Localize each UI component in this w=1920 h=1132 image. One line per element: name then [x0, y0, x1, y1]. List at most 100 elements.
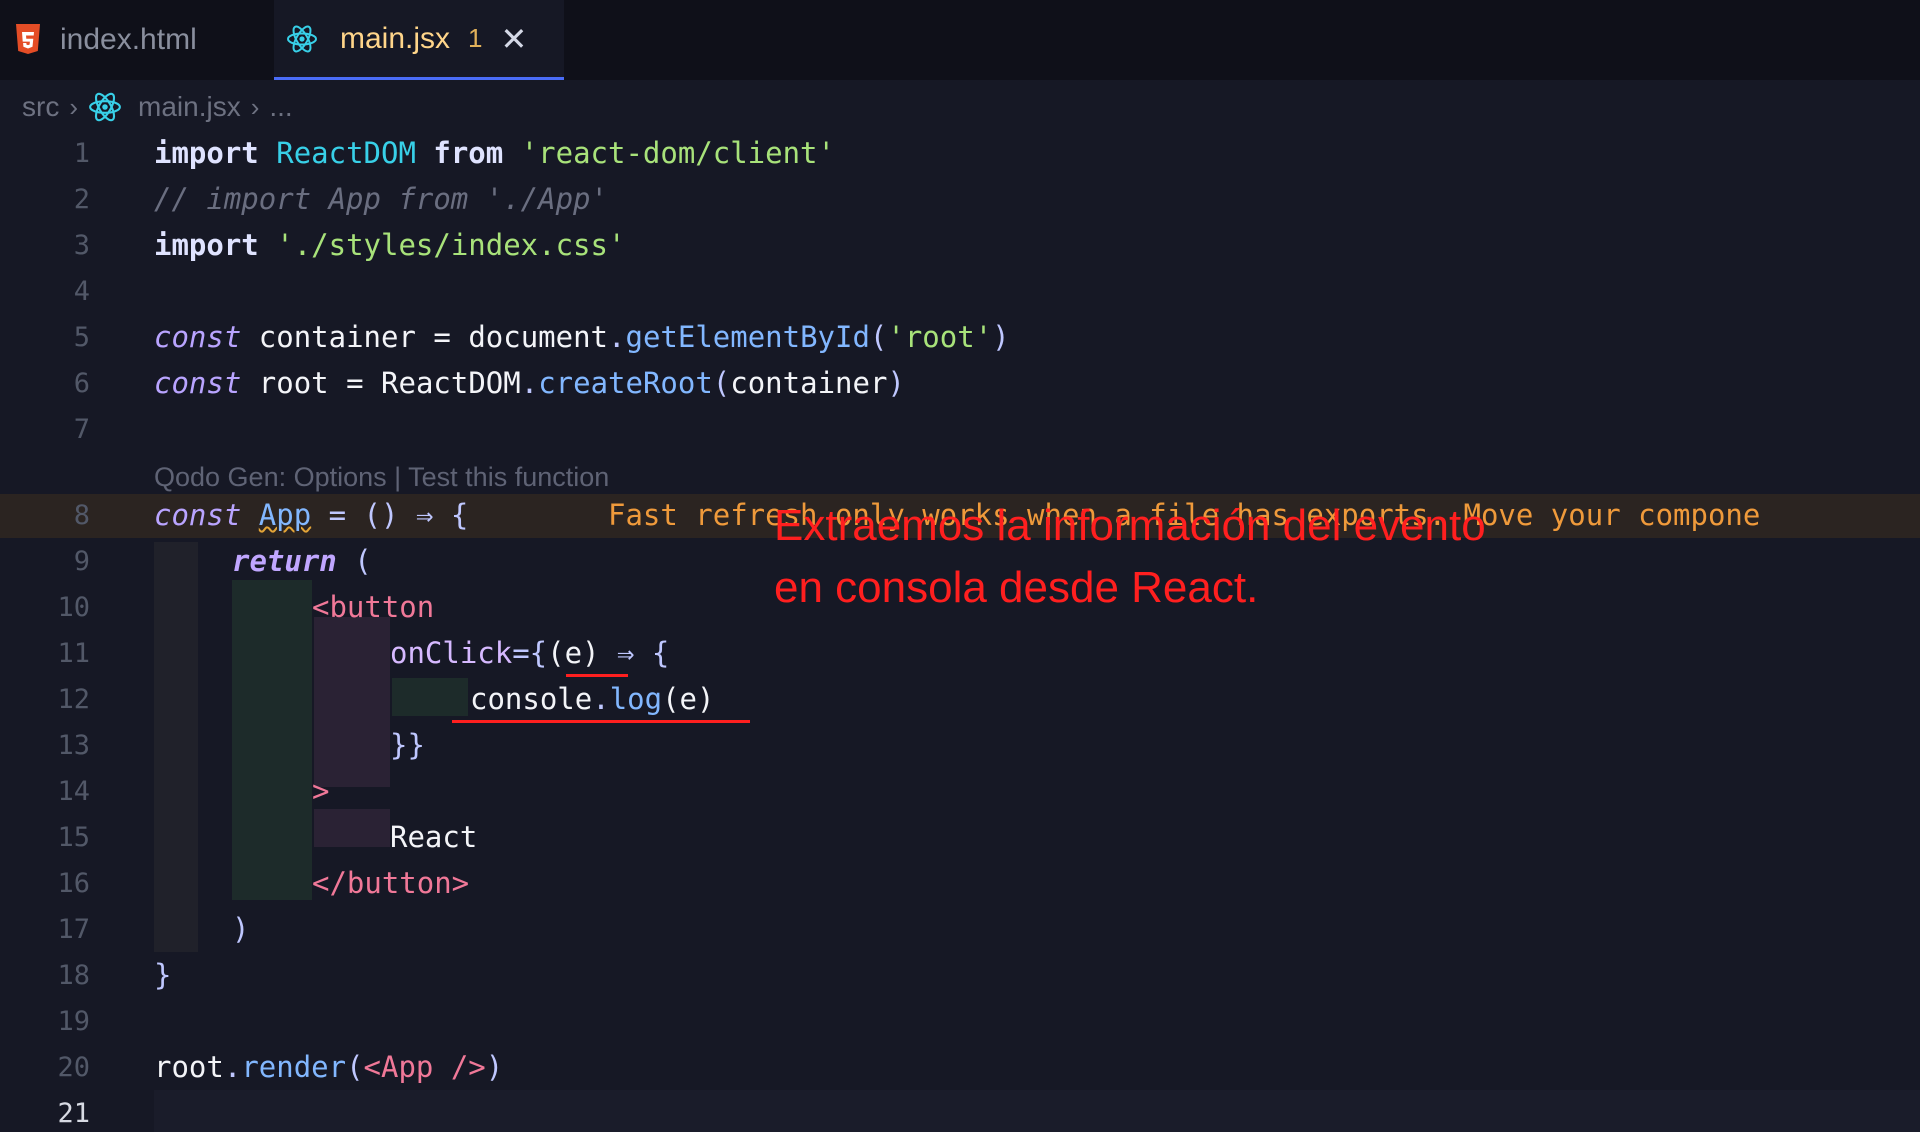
tab-main-jsx[interactable]: main.jsx 1 ✕ [274, 0, 564, 80]
line-number: 5 [73, 322, 90, 353]
string: 'react-dom/client' [520, 136, 835, 170]
keyword: return [232, 544, 337, 578]
code-line: > [312, 774, 329, 808]
code-line: onClick={(e) ⇒ { [390, 636, 669, 670]
identifier: App [258, 498, 312, 532]
jsx-tag: > [312, 774, 330, 808]
breadcrumb-file[interactable]: main.jsx [138, 91, 241, 123]
react-icon [286, 23, 318, 55]
jsx-tag: <button [312, 590, 435, 624]
html5-icon [12, 24, 44, 56]
keyword: import [154, 228, 259, 262]
operator: = [346, 366, 364, 400]
jsx-attribute: onClick [390, 636, 513, 670]
operator: = () ⇒ { [328, 498, 469, 532]
identifier: document [468, 320, 609, 354]
line-number: 21 [57, 1098, 90, 1129]
argument: (e) [662, 682, 715, 716]
keyword: const [154, 320, 242, 354]
identifier: container [258, 320, 416, 354]
line-number: 6 [73, 368, 90, 399]
code-line: ) [232, 912, 249, 946]
operator: = [433, 320, 451, 354]
code-line: } [154, 958, 171, 992]
bracket: ( [346, 1050, 364, 1084]
code-line: }} [390, 728, 425, 762]
annotation-line: en consola desde React. [774, 563, 1259, 612]
line-number: 15 [57, 822, 90, 853]
bracket: ) [485, 1050, 504, 1084]
code-line: return ( [232, 544, 372, 578]
code-line: // import App from './App' [154, 182, 608, 216]
string: './styles/index.css' [276, 228, 626, 262]
operator: ⇒ { [599, 636, 670, 670]
string: 'root' [887, 320, 993, 354]
keyword: const [154, 498, 242, 532]
tab-label: index.html [60, 23, 197, 56]
annotation-line: Extraemos la información del evento [774, 501, 1486, 550]
function-name: createRoot [538, 366, 713, 400]
line-number: 12 [57, 684, 90, 715]
annotation-underline [452, 720, 750, 723]
codelens[interactable]: Qodo Gen: Options | Test this function [154, 462, 609, 493]
line-number: 20 [57, 1052, 90, 1083]
annotation-underline [566, 674, 628, 677]
line-number: 10 [57, 592, 90, 623]
tab-index-html[interactable]: index.html [0, 0, 270, 80]
code-line: <button [312, 590, 434, 624]
code-line: import ReactDOM from 'react-dom/client' [154, 136, 835, 170]
function-name: getElementById [625, 320, 870, 354]
close-icon[interactable]: ✕ [501, 23, 528, 55]
line-number: 13 [57, 730, 90, 761]
line-number: 8 [73, 500, 90, 531]
line-number: 18 [57, 960, 90, 991]
bracket: ( [354, 544, 372, 578]
code-line: console.log(e) [470, 682, 715, 716]
code-line: React [390, 820, 477, 854]
jsx-tag: <App /> [363, 1050, 486, 1084]
line-number: 11 [57, 638, 90, 669]
line-number: 16 [57, 868, 90, 899]
chevron-right-icon: › [250, 91, 260, 122]
identifier: root [258, 366, 329, 400]
code-line: const root = ReactDOM.createRoot(contain… [154, 366, 905, 400]
function-name: log [609, 682, 663, 716]
line-number: 9 [73, 546, 90, 577]
current-line-highlight [154, 1090, 1920, 1132]
code-line: const App = () ⇒ { [154, 498, 468, 532]
line-number: 2 [73, 184, 90, 215]
line-number: 14 [57, 776, 90, 807]
code-line: </button> [312, 866, 469, 900]
bracket: ) [232, 912, 250, 946]
react-icon [88, 89, 124, 125]
breadcrumb-more[interactable]: ... [269, 91, 292, 123]
operator: ={ [512, 636, 548, 670]
line-number: 1 [73, 138, 90, 169]
line-number: 3 [73, 230, 90, 261]
identifier: console [470, 682, 593, 716]
line-number: 17 [57, 914, 90, 945]
keyword: const [154, 366, 242, 400]
line-number: 7 [73, 414, 90, 445]
identifier: root [154, 1050, 224, 1084]
bracket: }} [390, 728, 425, 762]
line-number: 19 [57, 1006, 90, 1037]
tab-bar: index.html main.jsx 1 ✕ [0, 0, 1920, 80]
parameter: (e) [547, 636, 600, 670]
code-line: root.render(<App />) [154, 1050, 504, 1084]
identifier: ReactDOM [276, 136, 416, 170]
identifier: container [730, 366, 888, 400]
annotation-text: Extraemos la información del evento en c… [774, 495, 1486, 619]
chevron-right-icon: › [69, 91, 78, 122]
tab-label: main.jsx [340, 21, 451, 55]
keyword: from [433, 136, 504, 170]
breadcrumb: src › main.jsx › ... [0, 82, 1920, 132]
indent-guide [154, 542, 198, 952]
jsx-text: React [390, 820, 478, 854]
breadcrumb-folder[interactable]: src [22, 91, 59, 123]
identifier: ReactDOM [381, 366, 521, 400]
code-editor[interactable]: 1 2 3 4 5 6 7 8 9 10 11 12 13 14 15 16 1… [0, 132, 1920, 1132]
indent-guide [232, 580, 312, 900]
bracket: } [154, 958, 172, 992]
problem-count-badge: 1 [468, 23, 483, 53]
